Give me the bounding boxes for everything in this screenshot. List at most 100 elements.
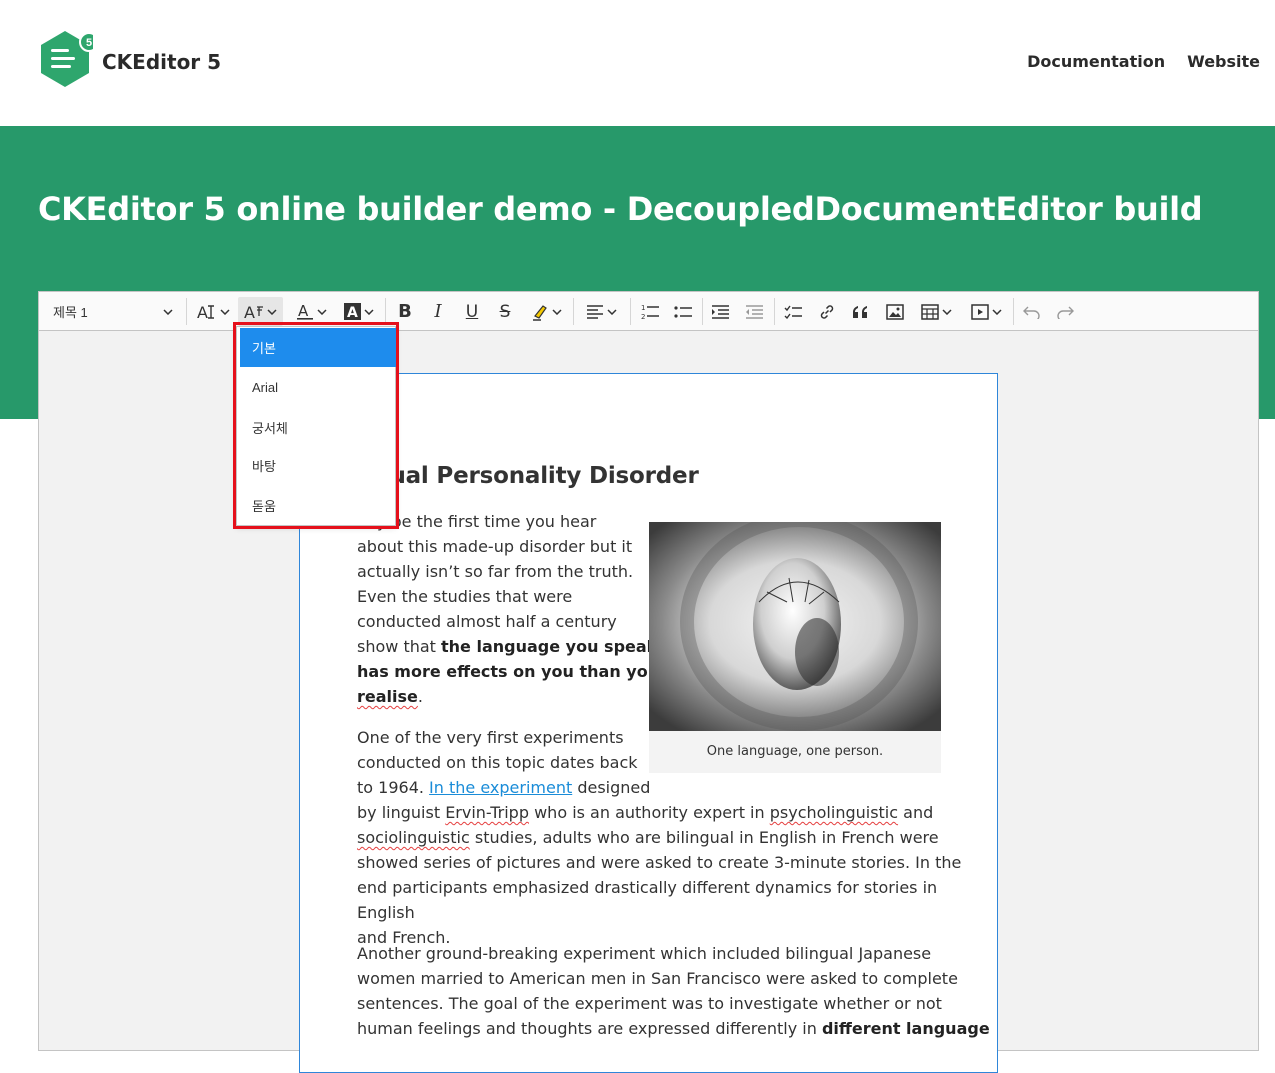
block-quote-button[interactable]	[847, 297, 874, 326]
media-icon	[970, 303, 989, 320]
font-option-default[interactable]: 기본	[240, 328, 397, 367]
insert-media-button[interactable]	[965, 297, 1007, 326]
italic-button[interactable]: I	[425, 297, 451, 326]
indent-icon	[711, 304, 729, 319]
document-page[interactable]: ngual Personality Disorder nay be the fi…	[299, 373, 998, 1073]
highlighter-icon	[532, 304, 547, 321]
text-span: to 1964.	[357, 778, 430, 797]
document-heading: ngual Personality Disorder	[357, 463, 699, 489]
heading-dropdown[interactable]: 제목 1	[45, 297, 179, 326]
todo-list-button[interactable]	[779, 297, 806, 326]
text-span: studies, adults who are bilingual in Eng…	[469, 828, 939, 847]
todo-list-icon	[784, 305, 802, 319]
nav-documentation[interactable]: Documentation	[1027, 52, 1165, 71]
toolbar-separator	[1013, 298, 1014, 325]
insert-image-button[interactable]	[881, 297, 908, 326]
text-line: Even the studies that were	[357, 587, 573, 606]
nav-website[interactable]: Website	[1187, 52, 1260, 71]
misspelled-word[interactable]: psycholinguistic	[770, 803, 898, 822]
chevron-down-icon	[551, 308, 562, 315]
font-size-button[interactable]: A	[192, 297, 234, 326]
logo-badge: 5	[86, 37, 92, 49]
strikethrough-icon: S	[499, 301, 511, 322]
font-option-gungseo[interactable]: 궁서체	[240, 408, 397, 447]
bulleted-list-icon	[673, 305, 692, 318]
italic-icon: I	[434, 301, 442, 322]
highlight-button[interactable]	[525, 297, 567, 326]
misspelled-word[interactable]: sociolinguistic	[357, 828, 470, 847]
text-line: realise.	[357, 684, 659, 709]
editor-frame: 제목 1 A A A A B I U S 1 2 ngual Personali…	[38, 291, 1259, 1073]
chevron-down-icon	[219, 308, 230, 315]
font-option-dotum[interactable]: 돋움	[240, 486, 397, 525]
toolbar-separator	[186, 298, 187, 325]
text-span: by linguist	[357, 803, 446, 822]
svg-text:A: A	[298, 303, 309, 320]
strikethrough-button[interactable]: S	[492, 297, 518, 326]
bulleted-list-button[interactable]	[669, 297, 696, 326]
indent-button[interactable]	[706, 297, 733, 326]
redo-button[interactable]	[1051, 297, 1078, 326]
font-background-color-button[interactable]: A	[338, 297, 380, 326]
align-left-icon	[587, 304, 603, 319]
toolbar-separator	[573, 298, 574, 325]
outdent-icon	[745, 304, 763, 319]
font-option-arial[interactable]: Arial	[240, 368, 397, 407]
link-button[interactable]	[813, 297, 840, 326]
outdent-button[interactable]	[740, 297, 767, 326]
svg-text:A: A	[197, 304, 208, 320]
underline-icon: U	[465, 301, 479, 322]
undo-button[interactable]	[1018, 297, 1045, 326]
chevron-down-icon	[607, 308, 617, 315]
undo-icon	[1022, 306, 1040, 319]
font-option-batang[interactable]: 바탕	[240, 446, 397, 485]
misspelled-bold-text[interactable]: realise	[357, 687, 418, 706]
text-line: Another ground-breaking experiment which…	[357, 944, 932, 963]
numbered-list-icon: 12	[641, 304, 659, 320]
bold-text: different language	[821, 1019, 990, 1038]
insert-table-button[interactable]	[915, 297, 957, 326]
text-span: designed	[572, 778, 651, 797]
top-nav: Documentation Website	[1027, 52, 1260, 71]
font-family-icon: A	[244, 304, 263, 320]
ckeditor-logo-icon[interactable]: 5	[37, 29, 93, 89]
text-span: who is an authority expert in	[529, 803, 770, 822]
text-span: human feelings and thoughts are expresse…	[357, 1019, 822, 1038]
bold-text: has more effects on you than you	[357, 662, 660, 681]
page-title: CKEditor 5 online builder demo - Decoupl…	[38, 190, 1203, 228]
chevron-down-icon	[364, 308, 374, 315]
experiment-link[interactable]: In the experiment	[429, 778, 572, 797]
chevron-down-icon	[991, 308, 1002, 315]
chevron-down-icon	[316, 308, 327, 315]
text-line: about this made-up disorder but it	[357, 537, 633, 556]
bold-button[interactable]: B	[392, 297, 418, 326]
chevron-down-icon	[163, 308, 173, 315]
text-line: conducted almost half a century	[357, 612, 617, 631]
link-icon	[820, 304, 833, 319]
paragraph-3: Another ground-breaking experiment which…	[357, 941, 990, 1041]
font-background-color-icon: A	[344, 303, 361, 320]
paragraph-1: nay be the first time you hear about thi…	[357, 509, 659, 709]
image-figure[interactable]: One language, one person.	[649, 522, 941, 773]
text-line: show that the language you speak	[357, 634, 659, 659]
text-line: by linguist Ervin-Tripp who is an author…	[357, 800, 997, 825]
text-line: actually isn’t so far from the truth.	[357, 562, 634, 581]
misspelled-word[interactable]: Ervin-Tripp	[445, 803, 529, 822]
font-size-icon: A	[197, 304, 214, 320]
svg-text:2: 2	[641, 313, 645, 320]
numbered-list-button[interactable]: 12	[636, 297, 663, 326]
text-span: .	[417, 687, 423, 706]
logo-text[interactable]: CKEditor 5	[102, 50, 221, 74]
font-family-button[interactable]: A	[238, 297, 283, 326]
toolbar-separator	[702, 298, 703, 325]
alignment-button[interactable]	[580, 297, 623, 326]
underline-button[interactable]: U	[459, 297, 485, 326]
bold-text: the language you speak	[441, 637, 658, 656]
text-line: sentences. The goal of the experiment wa…	[357, 994, 942, 1013]
phrenology-head-image	[649, 522, 941, 731]
text-line: to 1964. In the experiment designed	[357, 775, 997, 800]
text-line: end participants emphasized drastically …	[357, 878, 938, 922]
toolbar-separator	[385, 298, 386, 325]
toolbar-separator	[630, 298, 631, 325]
font-color-button[interactable]: A	[291, 297, 331, 326]
